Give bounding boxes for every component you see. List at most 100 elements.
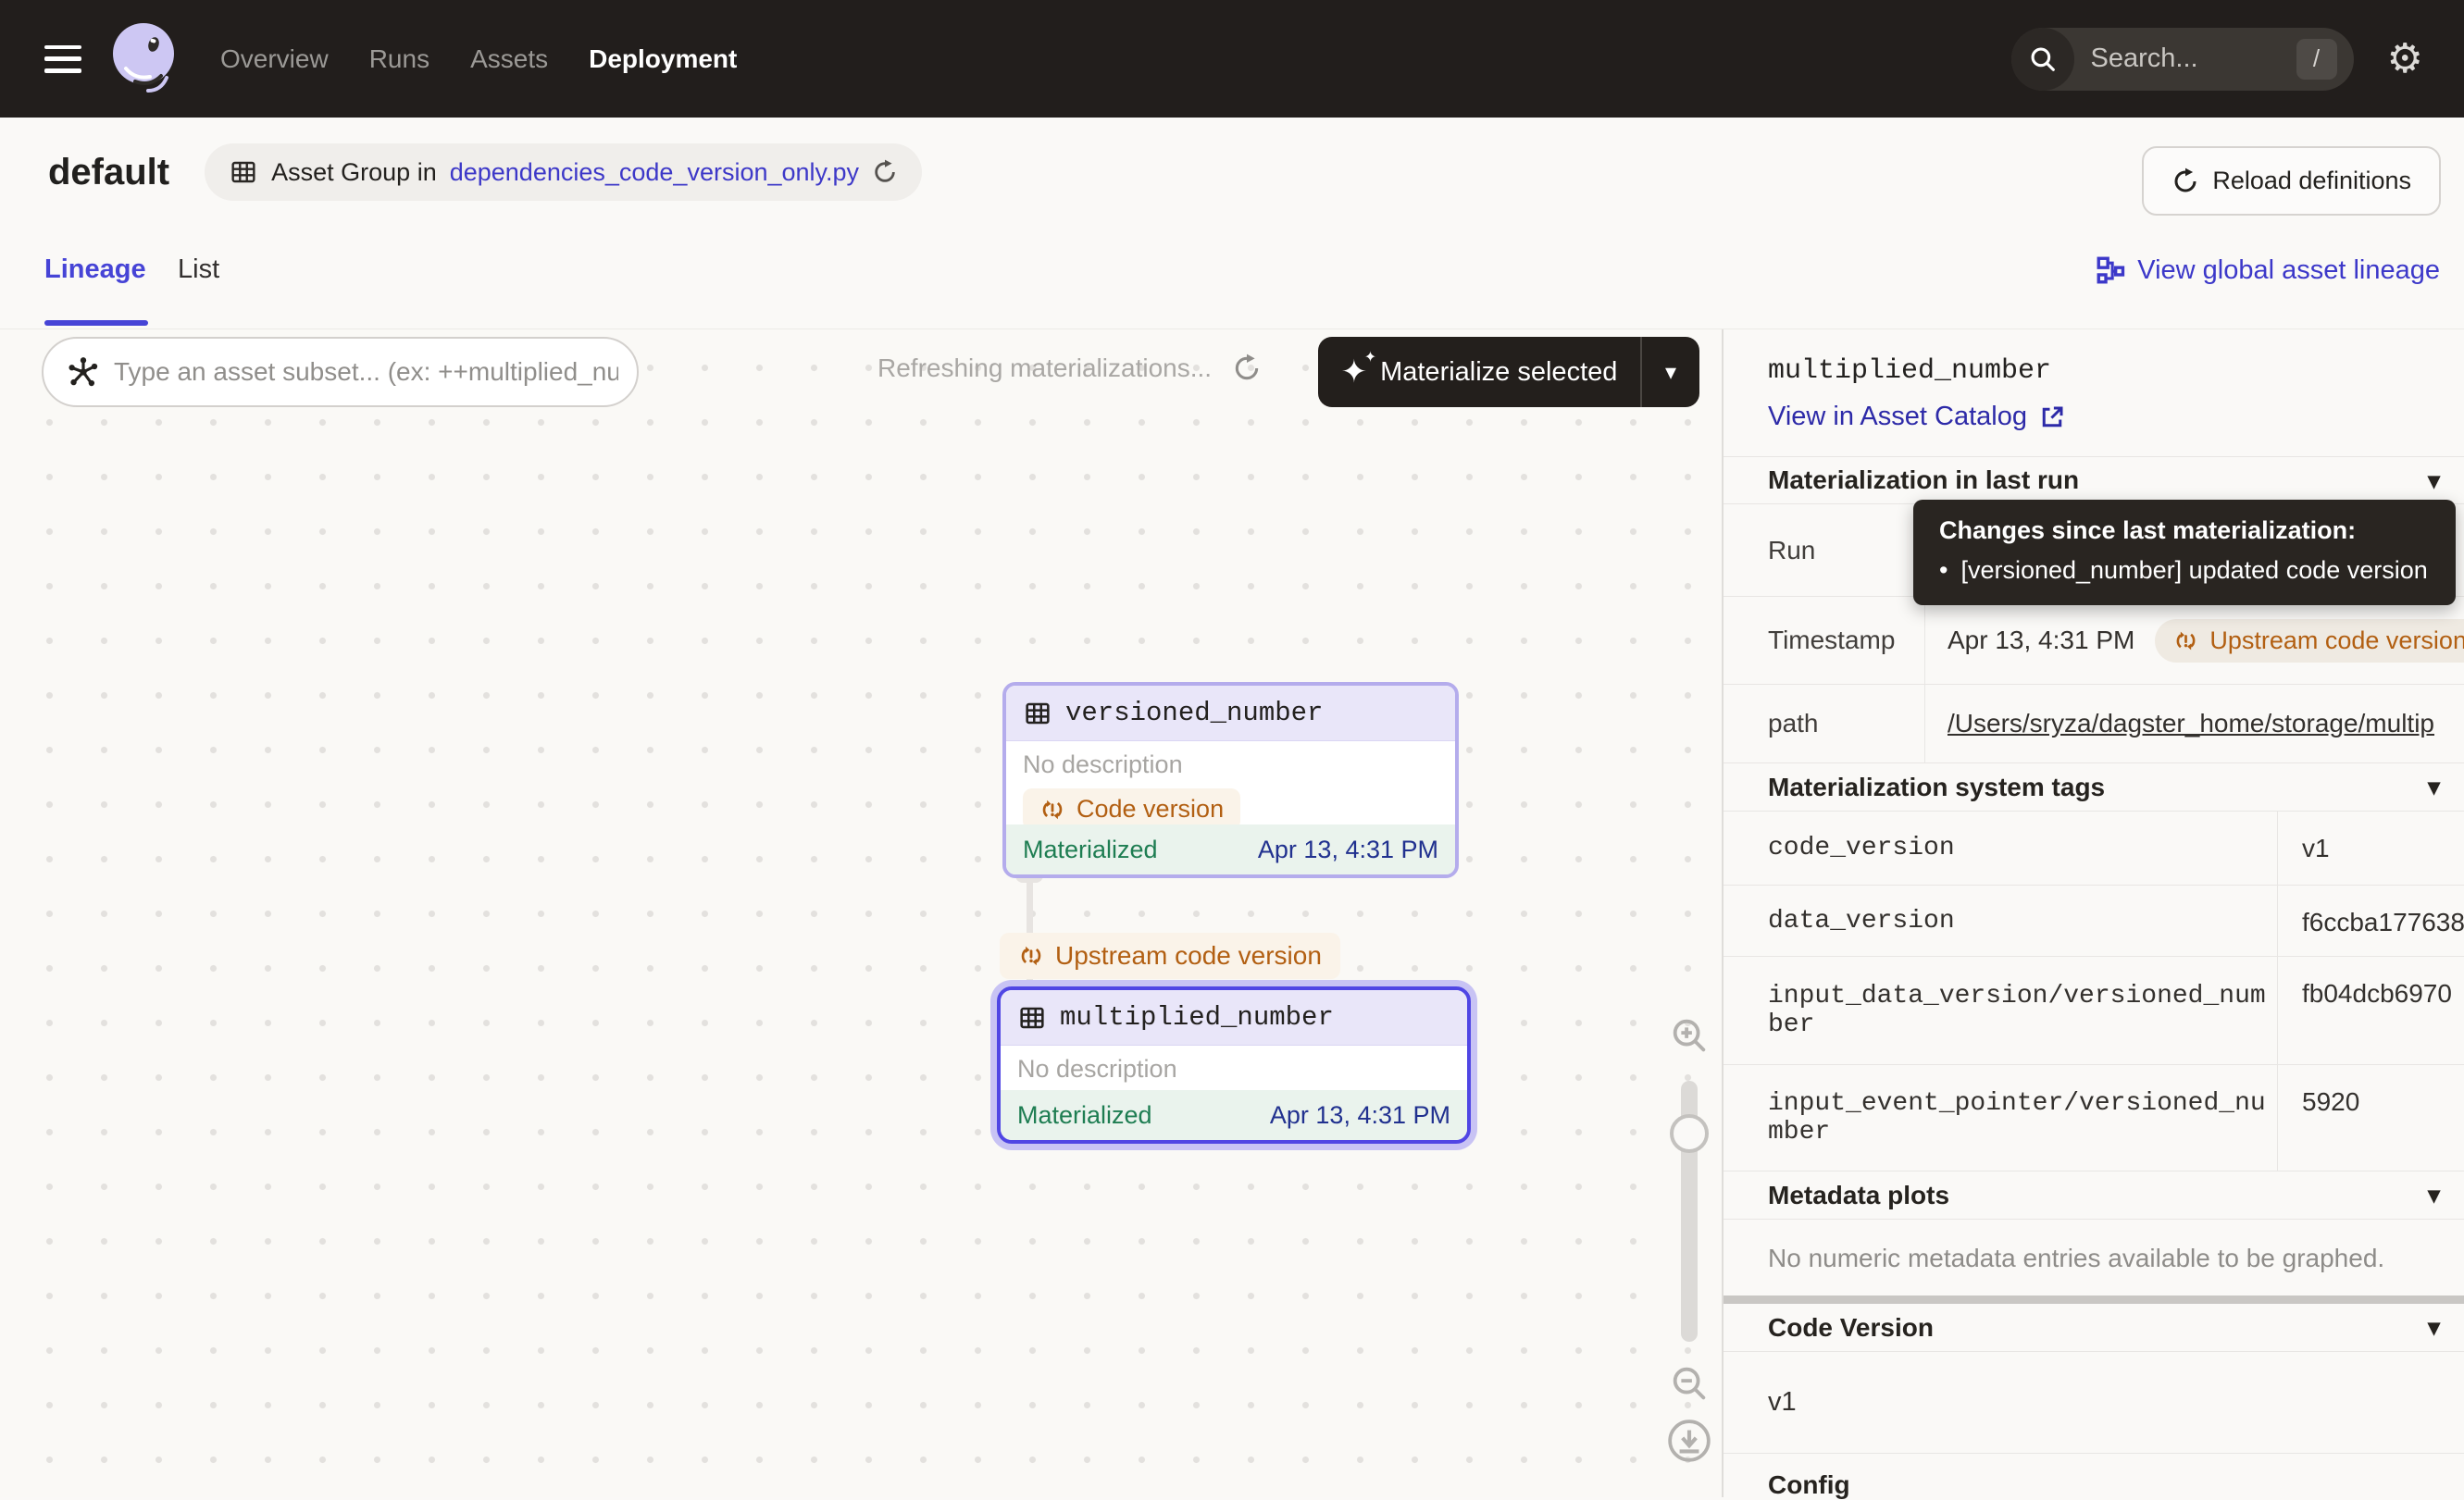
zoom-out-icon[interactable] xyxy=(1668,1362,1711,1405)
changes-tooltip: Changes since last materialization: • [v… xyxy=(1913,500,2456,605)
materialize-selected-button[interactable]: ✦✦ Materialize selected ▾ xyxy=(1318,337,1699,407)
global-search[interactable]: / xyxy=(2011,28,2354,91)
refresh-status: Refreshing materializations... xyxy=(877,353,1262,383)
reload-icon xyxy=(2172,167,2199,195)
timestamp-label: Timestamp xyxy=(1724,597,1924,684)
chevron-down-icon[interactable]: ▾ xyxy=(2428,466,2440,495)
page-title: default xyxy=(48,152,169,193)
asset-name: versioned_number xyxy=(1065,698,1323,728)
view-in-asset-catalog-link[interactable]: View in Asset Catalog xyxy=(1768,402,2066,432)
system-tag-row: input_data_version/versioned_number fb04… xyxy=(1724,957,2464,1065)
materialized-timestamp: Apr 13, 4:31 PM xyxy=(1270,1101,1450,1130)
chevron-down-icon[interactable]: ▾ xyxy=(2428,1181,2440,1209)
asset-group-file-link[interactable]: dependencies_code_version_only.py xyxy=(450,158,859,187)
dagster-logo[interactable] xyxy=(107,20,180,98)
tag-value: 5920 xyxy=(2277,1065,2464,1171)
search-shortcut-badge: / xyxy=(2296,39,2337,80)
tag-key: input_event_pointer/versioned_number xyxy=(1724,1065,2277,1171)
asset-group-badge: Asset Group in dependencies_code_version… xyxy=(205,143,922,201)
section-metadata-plots[interactable]: Metadata plots ▾ xyxy=(1724,1171,2464,1220)
table-grid-icon xyxy=(229,157,258,187)
search-icon xyxy=(2011,28,2074,91)
asset-graph-filter-icon xyxy=(66,354,101,390)
tag-value: fb04dcb6970 xyxy=(2277,957,2464,1064)
timestamp-row: Timestamp Apr 13, 4:31 PM Upstream code … xyxy=(1724,597,2464,685)
tooltip-title: Changes since last materialization: xyxy=(1939,516,2430,545)
view-global-asset-lineage-link[interactable]: View global asset lineage xyxy=(2095,254,2440,286)
tab-list[interactable]: List xyxy=(178,254,219,285)
zoom-controls xyxy=(1661,1014,1717,1464)
asset-detail-panel: multiplied_number View in Asset Catalog … xyxy=(1724,329,2464,1497)
asset-group-label: Asset Group in xyxy=(271,158,437,187)
upstream-code-version-badge[interactable]: Upstream code version xyxy=(2155,619,2464,663)
zoom-slider-handle[interactable] xyxy=(1670,1114,1709,1153)
nav-item-runs[interactable]: Runs xyxy=(369,44,429,74)
chevron-down-icon[interactable]: ▾ xyxy=(2428,1313,2440,1342)
tag-key: input_data_version/versioned_number xyxy=(1724,957,2277,1064)
refreshing-spinner-icon[interactable] xyxy=(1232,353,1262,383)
materialized-status: Materialized xyxy=(1017,1101,1152,1130)
lineage-graph-icon xyxy=(2095,254,2126,286)
tooltip-item: [versioned_number] updated code version xyxy=(1960,556,2427,585)
table-grid-icon xyxy=(1017,1003,1047,1033)
asset-subset-filter[interactable] xyxy=(42,337,639,407)
refresh-icon[interactable] xyxy=(872,159,898,185)
section-materialization-last-run[interactable]: Materialization in last run ▾ xyxy=(1724,456,2464,504)
sparkle-icon: ✦✦ xyxy=(1341,356,1368,388)
materialized-timestamp: Apr 13, 4:31 PM xyxy=(1258,836,1438,864)
tab-lineage[interactable]: Lineage xyxy=(44,254,146,285)
asset-node-multiplied-number[interactable]: multiplied_number No description Materia… xyxy=(997,986,1471,1144)
section-code-version[interactable]: Code Version ▾ xyxy=(1724,1304,2464,1352)
tag-key: data_version xyxy=(1724,886,2277,956)
nav-item-assets[interactable]: Assets xyxy=(470,44,548,74)
code-version-change-icon xyxy=(1018,943,1044,969)
nav-menu: Overview Runs Assets Deployment xyxy=(220,44,737,74)
panel-asset-name: multiplied_number xyxy=(1768,355,2464,387)
asset-subset-input[interactable] xyxy=(114,357,618,387)
reload-definitions-button[interactable]: Reload definitions xyxy=(2142,146,2441,216)
path-link[interactable]: /Users/sryza/dagster_home/storage/multip xyxy=(1948,709,2434,738)
page-header: default Asset Group in dependencies_code… xyxy=(0,118,2464,227)
download-image-icon[interactable] xyxy=(1666,1418,1712,1464)
zoom-in-icon[interactable] xyxy=(1668,1014,1711,1057)
asset-node-versioned-number[interactable]: versioned_number No description Code ver… xyxy=(1002,682,1459,878)
path-row: path /Users/sryza/dagster_home/storage/m… xyxy=(1724,685,2464,763)
zoom-slider[interactable] xyxy=(1681,1081,1698,1342)
materialized-status: Materialized xyxy=(1023,836,1158,864)
asset-status-footer: Materialized Apr 13, 4:31 PM xyxy=(1006,824,1455,874)
active-tab-underline xyxy=(44,320,148,326)
run-label: Run xyxy=(1724,504,1924,596)
code-version-change-icon xyxy=(1039,797,1065,823)
panel-section-splitter[interactable] xyxy=(1724,1295,2464,1304)
asset-description: No description xyxy=(1017,1055,1450,1084)
system-tag-row: data_version f6ccba177638 xyxy=(1724,886,2464,957)
tag-value: v1 xyxy=(2277,812,2464,885)
code-version-change-icon xyxy=(2173,628,2198,653)
upstream-code-version-tag[interactable]: Upstream code version xyxy=(1000,933,1340,979)
bullet-glyph: • xyxy=(1939,556,1948,585)
hamburger-menu-icon[interactable] xyxy=(44,45,81,73)
metadata-plots-empty-text: No numeric metadata entries available to… xyxy=(1724,1220,2464,1295)
tag-key: code_version xyxy=(1724,812,2277,885)
system-tag-row: code_version v1 xyxy=(1724,812,2464,886)
code-version-value: v1 xyxy=(1724,1352,2464,1454)
asset-name: multiplied_number xyxy=(1060,1002,1334,1033)
timestamp-value: Apr 13, 4:31 PM xyxy=(1948,626,2134,655)
asset-description: No description xyxy=(1023,750,1438,779)
external-link-icon xyxy=(2038,403,2066,431)
asset-node-header: versioned_number xyxy=(1006,686,1455,741)
asset-status-footer: Materialized Apr 13, 4:31 PM xyxy=(1001,1090,1467,1140)
system-tag-row: input_event_pointer/versioned_number 592… xyxy=(1724,1065,2464,1171)
asset-lineage-canvas[interactable]: Refreshing materializations... ✦✦ Materi… xyxy=(0,329,1722,1497)
materialize-options-caret[interactable]: ▾ xyxy=(1642,359,1699,386)
top-navbar: Overview Runs Assets Deployment / ⚙ xyxy=(0,0,2464,118)
asset-node-header: multiplied_number xyxy=(1001,990,1467,1046)
chevron-down-icon[interactable]: ▾ xyxy=(2428,773,2440,801)
section-materialization-system-tags[interactable]: Materialization system tags ▾ xyxy=(1724,763,2464,812)
path-label: path xyxy=(1724,685,1924,762)
settings-gear-icon[interactable]: ⚙ xyxy=(2387,39,2423,80)
search-input[interactable] xyxy=(2074,43,2296,74)
section-config[interactable]: Config xyxy=(1724,1454,2464,1500)
nav-item-overview[interactable]: Overview xyxy=(220,44,329,74)
nav-item-deployment[interactable]: Deployment xyxy=(589,44,737,74)
